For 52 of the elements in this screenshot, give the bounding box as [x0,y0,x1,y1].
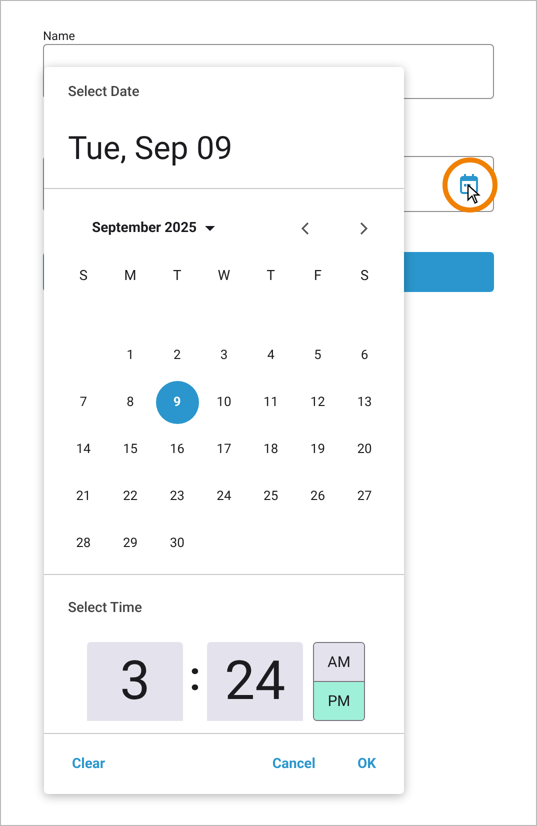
day-button[interactable]: 17 [202,428,246,471]
day-button[interactable]: 25 [249,475,292,518]
selected-date: Tue, Sep 09 [68,128,234,168]
period-toggle[interactable]: AM [314,643,364,681]
day-button[interactable]: 4 [249,334,292,377]
day-button[interactable]: 30 [156,522,199,565]
day-button[interactable]: 23 [156,475,199,518]
section-title: Select Time [68,600,142,616]
day-button[interactable]: 22 [108,475,152,518]
day-button[interactable]: 21 [62,475,105,518]
day-button[interactable]: 18 [249,428,292,471]
day-button[interactable]: 20 [343,428,386,471]
day-button[interactable]: 28 [62,522,105,565]
dialog-title: Select Date [68,83,140,102]
chevron-right-icon [360,222,368,234]
cursor-icon [467,184,481,204]
day-button[interactable]: 27 [343,475,386,518]
day-button[interactable]: 19 [296,428,340,471]
day-button[interactable]: 24 [202,475,246,518]
month-dropdown[interactable]: September 2025 [92,218,215,238]
field-label: Name [43,28,76,44]
day-button[interactable]: 11 [249,381,292,424]
day-button[interactable]: 14 [62,428,105,471]
day-button[interactable]: 10 [202,381,246,424]
day-button[interactable]: 15 [108,428,152,471]
day-button[interactable]: 8 [108,381,152,424]
weekday-label: F [312,266,323,286]
day-button[interactable]: 3 [202,334,246,377]
day-button[interactable]: 5 [296,334,340,377]
weekday-label: S [359,266,370,286]
calendar-icon[interactable] [459,173,479,195]
weekday-label: T [266,266,276,286]
day-button[interactable]: 12 [296,381,340,424]
day-button[interactable]: 1 [108,334,152,377]
day-button[interactable]: 7 [62,381,105,424]
time-separator: : [188,652,202,702]
weekday-label: T [172,266,182,286]
period-toggle[interactable]: PM [314,681,364,720]
weekday-label: M [123,266,138,286]
weekday-label: W [216,266,232,286]
day-button[interactable]: 13 [343,381,386,424]
hour-field[interactable]: 3 [87,642,183,721]
day-button[interactable]: 16 [156,428,199,471]
day-button[interactable]: 2 [156,334,199,377]
day-button[interactable]: 6 [343,334,386,377]
day-button[interactable]: 29 [108,522,152,565]
weekday-label: S [78,266,89,286]
highlight-ring [442,157,498,213]
caret-icon [204,226,215,230]
chevron-left-icon [301,222,309,234]
minute-field[interactable]: 24 [207,642,303,721]
day-button[interactable]: 26 [296,475,340,518]
